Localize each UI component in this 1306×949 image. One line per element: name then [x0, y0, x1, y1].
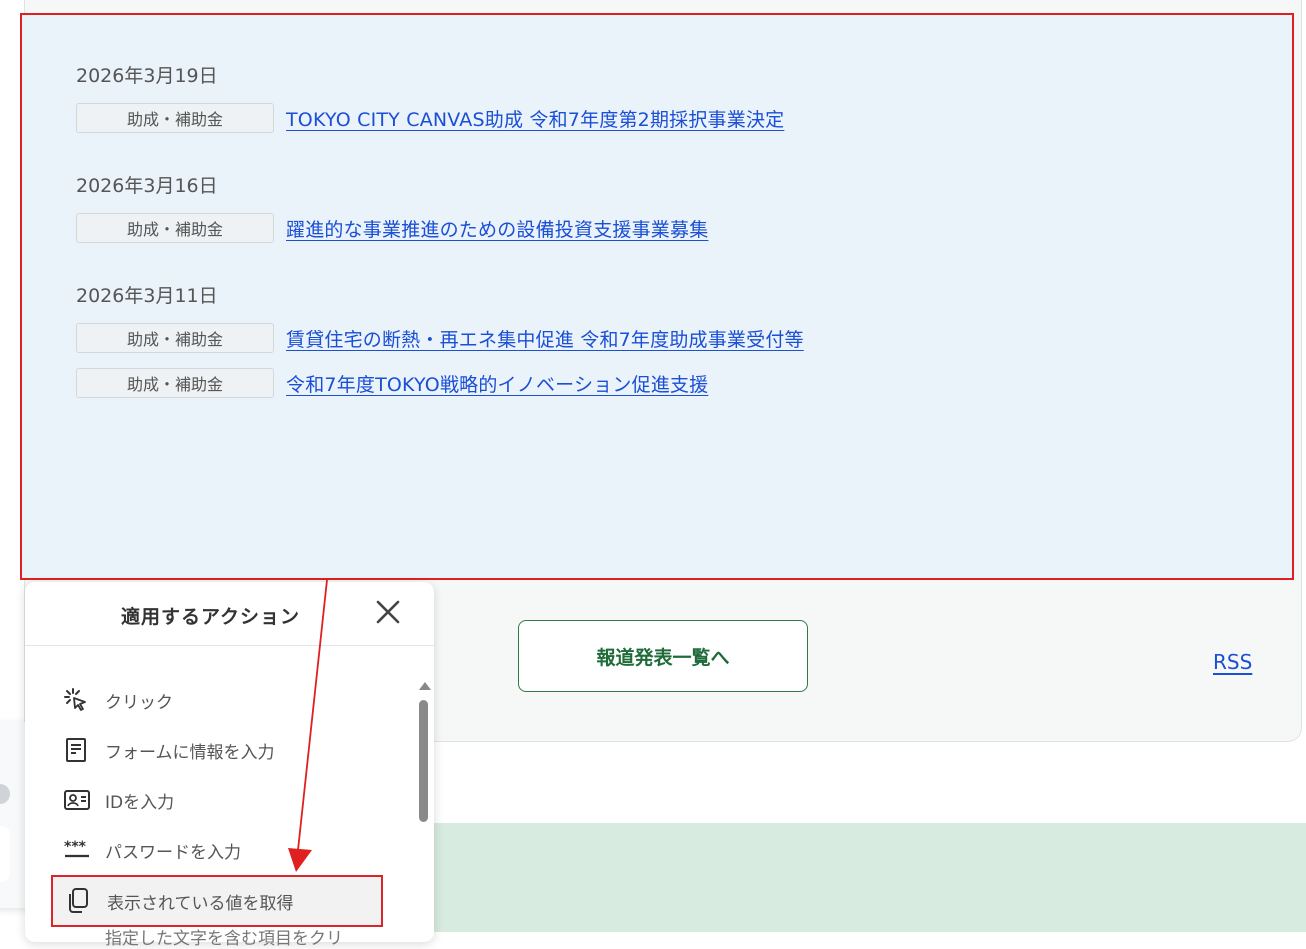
- footer-band: [408, 823, 1306, 932]
- action-item-click[interactable]: クリック: [63, 678, 383, 722]
- news-date: 2026年3月16日: [76, 175, 218, 197]
- scroll-up-arrow[interactable]: [419, 682, 431, 690]
- action-panel-title: 適用するアクション: [121, 606, 301, 628]
- action-item-partial[interactable]: 指定した文字を含む項目をクリ: [105, 924, 343, 949]
- action-label: フォームに情報を入力: [105, 742, 275, 763]
- category-tag: 助成・補助金: [76, 213, 274, 243]
- news-list-panel: 2026年3月19日 助成・補助金 TOKYO CITY CANVAS助成 令和…: [20, 13, 1294, 580]
- widget-box: [0, 826, 10, 882]
- news-link[interactable]: TOKYO CITY CANVAS助成 令和7年度第2期採択事業決定: [286, 105, 784, 132]
- password-icon: ***: [63, 836, 95, 864]
- click-cursor-icon: [63, 686, 95, 714]
- news-link[interactable]: 令和7年度TOKYO戦略的イノベーション促進支援: [286, 370, 708, 397]
- action-item-password[interactable]: *** パスワードを入力: [63, 828, 383, 872]
- action-label: IDを入力: [105, 792, 175, 813]
- rss-link[interactable]: RSS: [1213, 650, 1252, 674]
- press-release-list-button[interactable]: 報道発表一覧へ: [518, 620, 808, 692]
- action-label: 表示されている値を取得: [107, 893, 294, 914]
- news-link[interactable]: 躍進的な事業推進のための設備投資支援事業募集: [286, 215, 708, 242]
- copy-icon: [65, 887, 97, 915]
- action-label: パスワードを入力: [105, 842, 241, 863]
- widget-dot: [0, 784, 10, 804]
- category-tag: 助成・補助金: [76, 368, 274, 398]
- news-date: 2026年3月11日: [76, 285, 218, 307]
- close-icon[interactable]: [375, 599, 401, 625]
- action-label: クリック: [105, 692, 173, 713]
- action-panel: 適用するアクション クリック フォームに情報を入力 IDを入力 *** パスワー…: [25, 582, 434, 949]
- category-tag: 助成・補助金: [76, 323, 274, 353]
- action-item-form[interactable]: フォームに情報を入力: [63, 728, 383, 772]
- news-link[interactable]: 賃貸住宅の断熱・再エネ集中促進 令和7年度助成事業受付等: [286, 325, 804, 352]
- category-tag: 助成・補助金: [76, 103, 274, 133]
- form-icon: [63, 736, 95, 764]
- divider: [25, 645, 434, 646]
- id-card-icon: [63, 786, 95, 814]
- svg-text:***: ***: [64, 839, 87, 855]
- news-date: 2026年3月19日: [76, 65, 218, 87]
- action-item-get-value[interactable]: 表示されている値を取得: [51, 875, 383, 927]
- action-item-id[interactable]: IDを入力: [63, 778, 383, 822]
- scrollbar-thumb[interactable]: [419, 700, 428, 822]
